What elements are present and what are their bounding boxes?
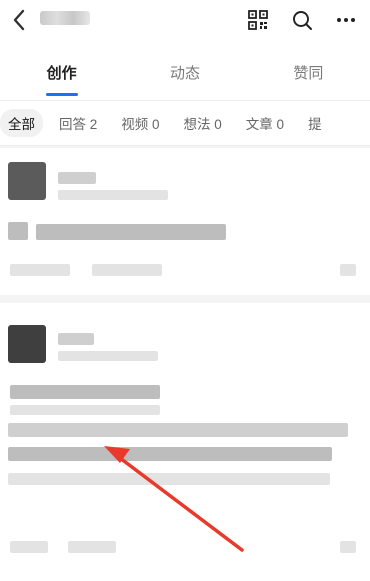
filter-chip-row: 全部 回答 2 视频 0 想法 0 文章 0 提 [0,100,370,146]
filter-chip-videos[interactable]: 视频 0 [113,109,167,137]
profile-tabs: 创作 动态 赞同 [0,44,370,100]
action-blurred [340,541,356,553]
content-text-blurred [36,224,226,240]
tab-creation[interactable]: 创作 [0,44,123,100]
page-title-blurred [40,11,90,25]
more-icon[interactable] [332,6,360,34]
content-title-blurred [10,385,160,399]
search-icon[interactable] [288,6,316,34]
filter-chip-answers[interactable]: 回答 2 [51,109,105,137]
avatar[interactable] [8,162,46,200]
feed-card[interactable] [0,303,370,581]
qr-code-icon[interactable] [244,6,272,34]
feed-card[interactable] [0,148,370,295]
avatar[interactable] [8,325,46,363]
filter-chip-more[interactable]: 提 [300,109,330,137]
top-bar [0,0,370,44]
tab-likes[interactable]: 赞同 [247,44,370,100]
author-name-blurred [58,333,94,345]
filter-chip-all[interactable]: 全部 [0,109,43,137]
content-text-blurred [8,222,28,240]
action-blurred [10,264,70,276]
content-text-blurred [8,423,348,437]
content-text-blurred [8,473,330,485]
action-blurred [10,541,48,553]
action-blurred [340,264,356,276]
content-text-blurred [8,447,332,461]
content-title-blurred [10,405,160,415]
author-bio-blurred [58,351,158,361]
filter-chip-articles[interactable]: 文章 0 [238,109,292,137]
action-blurred [92,264,162,276]
author-bio-blurred [58,190,168,200]
tab-activity[interactable]: 动态 [123,44,246,100]
action-blurred [68,541,116,553]
filter-chip-thoughts[interactable]: 想法 0 [176,109,230,137]
back-arrow-icon[interactable] [8,8,30,32]
author-name-blurred [58,172,96,184]
